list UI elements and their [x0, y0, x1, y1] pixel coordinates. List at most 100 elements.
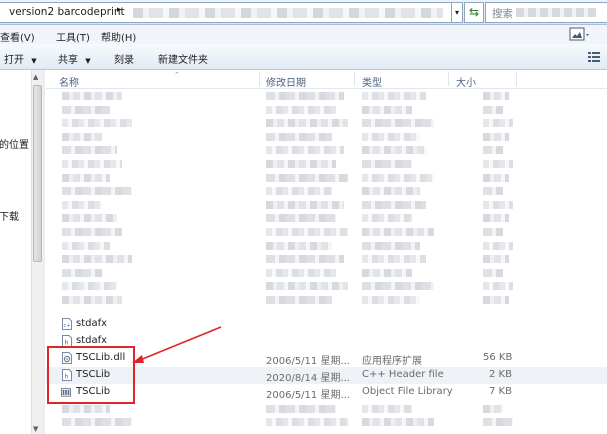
column-divider[interactable] — [259, 72, 260, 86]
open-button[interactable]: 打开 ▼ — [4, 51, 37, 66]
column-name[interactable]: 名称 — [59, 74, 79, 89]
blurred-cell — [266, 106, 336, 114]
menu-tools[interactable]: 工具(T) — [56, 29, 90, 44]
blurred-cell — [483, 418, 513, 426]
burn-button[interactable]: 刻录 — [114, 51, 134, 66]
menu-help[interactable]: 帮助(H) — [101, 29, 136, 44]
blurred-cell — [483, 187, 503, 195]
file-type: 应用程序扩展 — [362, 356, 422, 367]
blurred-cell — [62, 242, 110, 250]
blurred-cell — [62, 92, 122, 100]
blurred-cell — [362, 282, 434, 290]
scroll-down-icon[interactable]: ▼ — [33, 425, 38, 433]
blurred-cell — [362, 187, 420, 195]
blurred-cell — [362, 255, 426, 263]
blurred-cell — [483, 405, 503, 413]
blurred-cell — [62, 160, 122, 168]
nav-item-downloads[interactable]: 下载 — [0, 208, 19, 223]
blurred-cell — [362, 214, 412, 222]
blurred-cell — [266, 92, 344, 100]
blurred-cell — [62, 146, 117, 154]
blurred-cell — [62, 418, 132, 426]
menu-view[interactable]: 查看(V) — [0, 29, 35, 44]
blurred-cell — [362, 201, 426, 209]
blurred-cell — [483, 106, 503, 114]
navigation-pane — [0, 70, 31, 434]
column-date[interactable]: 修改日期 — [266, 74, 306, 89]
blurred-cell — [62, 296, 122, 304]
blurred-cell — [483, 92, 509, 100]
chevron-down-icon: ▼ — [85, 57, 91, 65]
column-type[interactable]: 类型 — [362, 74, 382, 89]
blurred-cell — [62, 282, 117, 290]
scroll-up-icon[interactable]: ▲ — [33, 73, 38, 81]
share-button[interactable]: 共享 ▼ — [58, 51, 91, 66]
blurred-cell — [266, 296, 332, 304]
breadcrumb-chevron-icon[interactable]: ▸ — [117, 5, 122, 15]
blurred-cell — [483, 296, 509, 304]
blurred-cell — [483, 146, 503, 154]
column-divider[interactable] — [448, 72, 449, 86]
file-type: C++ Header file — [362, 369, 444, 380]
sort-ascending-icon: ⌃ — [174, 71, 180, 79]
preview-pane-icon[interactable] — [564, 25, 594, 44]
file-name: stdafx — [76, 335, 108, 346]
blurred-cell — [362, 405, 412, 413]
blurred-cell — [266, 282, 348, 290]
blurred-cell — [483, 201, 513, 209]
file-date: 2020/8/14 星期... — [266, 373, 350, 384]
blurred-cell — [266, 119, 348, 127]
share-label: 共享 — [58, 55, 78, 66]
address-bar[interactable]: version2 barcodeprint ▸ — [0, 2, 452, 23]
address-blurred-segment — [133, 8, 443, 18]
blurred-cell — [362, 92, 426, 100]
blurred-cell — [362, 119, 434, 127]
blurred-cell — [362, 418, 434, 426]
blurred-cell — [483, 119, 513, 127]
chevron-down-icon: ▼ — [31, 57, 37, 65]
blurred-cell — [362, 133, 420, 141]
svg-text:c+: c+ — [64, 323, 71, 329]
blurred-cell — [266, 133, 332, 141]
pane-splitter[interactable] — [43, 70, 45, 434]
blurred-cell — [483, 133, 509, 141]
file-date: 2006/5/11 星期... — [266, 390, 350, 401]
refresh-icon[interactable]: ⇆ — [464, 2, 484, 23]
file-size: 7 KB — [489, 386, 512, 397]
cpp-source-icon: c+ — [62, 318, 72, 330]
address-dropdown-icon[interactable]: ▾ — [452, 2, 463, 23]
blurred-cell — [483, 255, 509, 263]
blurred-cell — [483, 160, 513, 168]
blurred-cell — [62, 174, 110, 182]
blurred-cell — [362, 242, 420, 250]
blurred-cell — [483, 228, 503, 236]
blurred-cell — [362, 296, 420, 304]
blurred-cell — [62, 405, 110, 413]
blurred-cell — [266, 405, 336, 413]
blurred-cell — [62, 133, 102, 141]
column-header-row: ⌃ 名称 修改日期 类型 大小 — [46, 70, 607, 89]
new-folder-button[interactable]: 新建文件夹 — [158, 51, 208, 66]
search-input[interactable]: 搜索 — [485, 2, 607, 23]
blurred-cell — [266, 146, 344, 154]
blurred-cell — [362, 228, 434, 236]
address-path[interactable]: version2 barcodeprint — [9, 6, 125, 18]
nav-scrollbar-thumb[interactable] — [33, 85, 42, 262]
blurred-cell — [266, 160, 336, 168]
blurred-cell — [362, 174, 434, 182]
file-row-stdafx-cpp[interactable]: c+ stdafx — [46, 316, 607, 333]
blurred-cell — [483, 242, 513, 250]
blurred-cell — [62, 106, 110, 114]
search-blurred-text — [516, 8, 596, 17]
view-options-icon[interactable] — [588, 51, 600, 62]
blurred-cell — [62, 119, 132, 127]
column-divider[interactable] — [354, 72, 355, 86]
blurred-cell — [362, 269, 412, 277]
file-size: 2 KB — [489, 369, 512, 380]
nav-item-locations[interactable]: 的位置 — [0, 136, 29, 151]
column-size[interactable]: 大小 — [456, 74, 476, 89]
column-divider[interactable] — [516, 72, 517, 86]
blurred-cell — [62, 255, 132, 263]
blurred-cell — [483, 214, 509, 222]
blurred-cell — [266, 255, 344, 263]
